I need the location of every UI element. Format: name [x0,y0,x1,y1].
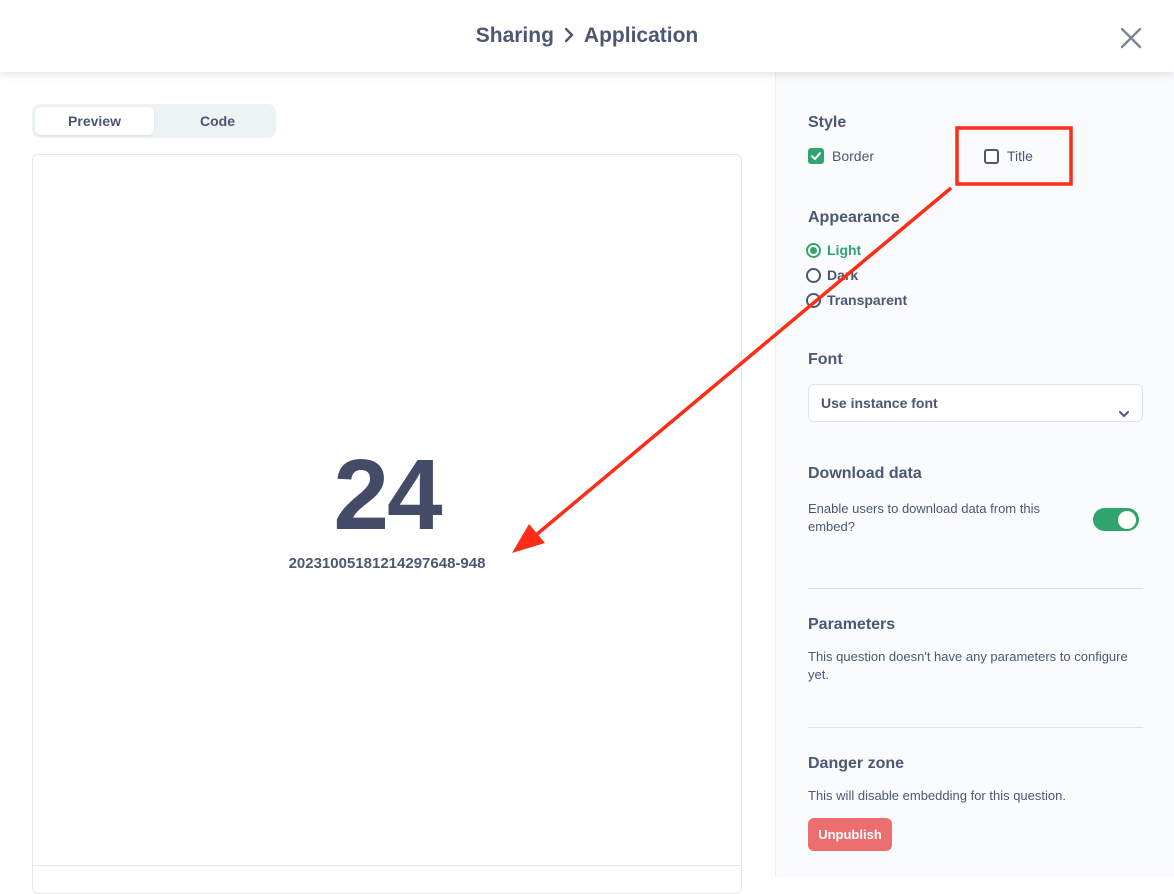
breadcrumb: Sharing Application [0,24,1174,49]
radio-transparent-label: Transparent [827,292,908,308]
tab-preview[interactable]: Preview [35,107,154,135]
title-checkbox-row[interactable]: Title [984,148,1033,164]
breadcrumb-current: Application [583,24,699,47]
modal-header: Sharing Application [0,0,1174,72]
border-checkbox-row[interactable]: Border [808,148,874,164]
danger-section-title: Danger zone [808,755,905,772]
settings-sidebar: Style Border Title Appearance Light Dark… [775,72,1174,877]
radio-light-label: Light [827,242,862,258]
scalar-label: 20231005181214297648-948 [288,555,486,572]
radio-light[interactable]: Light [806,242,861,258]
breadcrumb-parent[interactable]: Sharing [476,24,554,47]
section-divider [808,588,1143,589]
scalar-value: 24 [333,439,442,551]
border-label: Border [832,148,875,164]
parameters-description: This question doesn't have any parameter… [808,649,1128,682]
download-description: Enable users to download data from this … [808,501,1040,534]
download-toggle-switch[interactable] [1093,508,1139,531]
frame-footer-divider [33,865,741,866]
radio-transparent[interactable]: Transparent [806,292,907,308]
parameters-section-title: Parameters [808,616,896,633]
title-label: Title [1007,148,1033,164]
radio-dark[interactable]: Dark [806,267,858,283]
font-section-title: Font [808,351,843,368]
font-select[interactable]: Use instance font [808,384,1143,422]
checkbox-checked-icon[interactable] [808,148,824,164]
section-divider [808,727,1143,728]
download-section-title: Download data [808,465,922,482]
tab-code[interactable]: Code [158,107,277,135]
style-section-title: Style [808,114,847,131]
radio-selected-icon[interactable] [806,242,821,258]
embed-preview-frame: 24 20231005181214297648-948 [32,154,742,894]
unpublish-button[interactable]: Unpublish [808,818,892,851]
close-button[interactable] [1118,25,1144,51]
chevron-right-icon [564,25,574,49]
radio-icon[interactable] [806,292,821,308]
font-select-value: Use instance font [821,395,938,411]
danger-description: This will disable embedding for this que… [808,788,1066,803]
preview-code-toggle: Preview Code [32,104,276,138]
close-icon [1120,27,1142,49]
preview-pane: Preview Code 24 20231005181214297648-948 [0,72,775,894]
chevron-down-icon [1118,397,1130,433]
radio-dark-label: Dark [827,267,859,283]
radio-icon[interactable] [806,267,821,283]
checkbox-unchecked-icon[interactable] [984,148,999,164]
appearance-section-title: Appearance [808,209,900,226]
